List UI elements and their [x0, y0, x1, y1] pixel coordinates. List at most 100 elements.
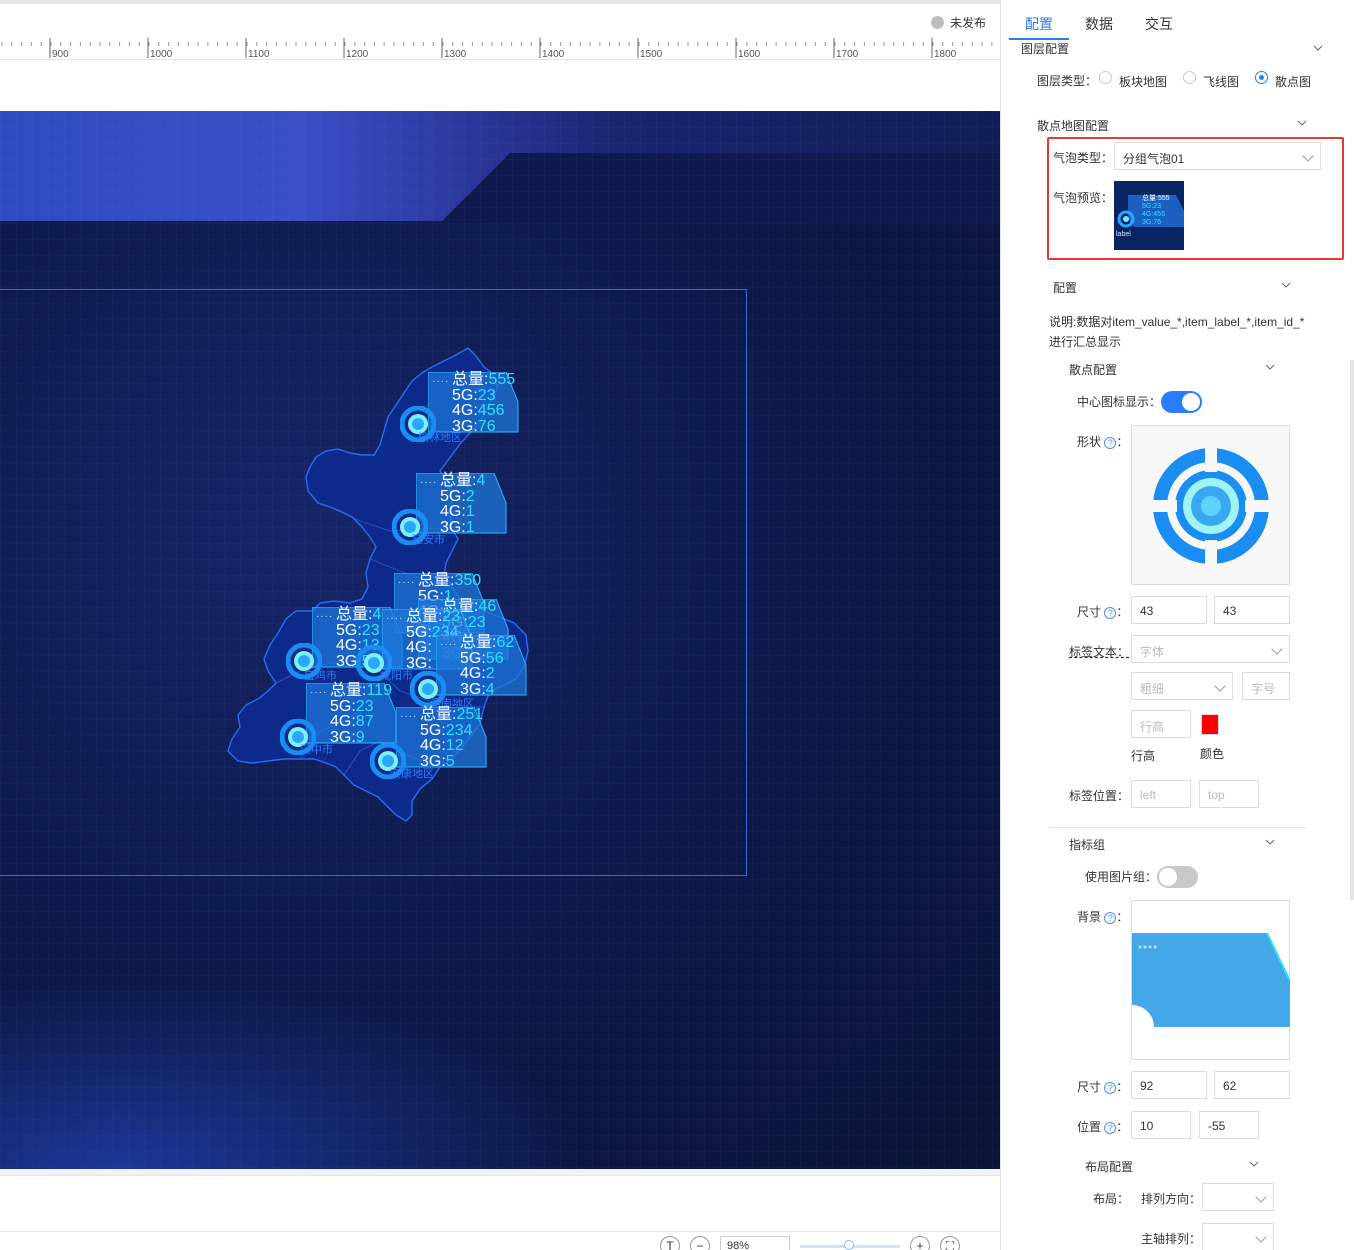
fit-button[interactable]: T [660, 1236, 680, 1250]
radio-flyline[interactable] [1183, 71, 1196, 84]
map-bubble[interactable]: ···· 总量:555 5G:23 4G:456 3G:76 [428, 372, 520, 434]
map-bubble[interactable]: ···· 总量:251 5G:234 4G:12 3G:5 [396, 707, 488, 769]
label-left-input[interactable]: left [1131, 780, 1191, 808]
config-section-title[interactable]: 配置 [1053, 279, 1077, 296]
top-status-bar: 未发布 [0, 0, 1000, 34]
layer-type-block-map[interactable]: 板块地图 [1119, 73, 1167, 90]
zoom-in-button[interactable]: + [910, 1236, 930, 1250]
size-label-text: 尺寸 [1077, 605, 1102, 619]
zoom-slider[interactable] [800, 1239, 900, 1250]
help-icon[interactable]: ? [1104, 606, 1117, 619]
chevron-down-icon[interactable] [1265, 362, 1275, 372]
size-width-input[interactable]: 43 [1131, 596, 1207, 624]
font-select[interactable]: 字体 [1131, 635, 1290, 663]
image-group-toggle[interactable] [1157, 866, 1198, 888]
bubble-row-value: 23 [477, 386, 496, 404]
bubble-row: 5G:23 [330, 697, 392, 715]
indicator-section-title[interactable]: 指标组 [1069, 836, 1105, 853]
bg-height-input[interactable]: 62 [1214, 1071, 1290, 1099]
label-top-input[interactable]: top [1199, 780, 1259, 808]
bubble-row-label: 5G: [440, 487, 466, 505]
horizontal-ruler: 900 1000 1100 1200 1300 1400 1500 1600 1700 1800 [0, 34, 1000, 60]
fullscreen-icon[interactable]: ⛶ [940, 1236, 960, 1250]
bubble-type-select[interactable]: 分组气泡01 [1114, 142, 1321, 170]
canvas-area: 未发布 900 1000 1100 1200 1300 1400 1500 1600 1700 1… [0, 0, 1000, 1250]
help-icon[interactable]: ? [1104, 911, 1117, 924]
bubble-row-label: 总量: [406, 608, 443, 625]
bubble-row: 5G:56 [460, 650, 514, 666]
bubble-row: 5G:23 [452, 386, 515, 404]
bubble-dots-icon: ···· [398, 577, 416, 588]
background-image-picker[interactable] [1131, 900, 1291, 1060]
help-icon[interactable]: ? [1104, 436, 1117, 449]
chevron-down-icon [1255, 1231, 1267, 1243]
bubble-values: 总量:119 5G:23 4G:87 3G:9 [330, 683, 392, 746]
bubble-row: 总量:555 [452, 372, 515, 388]
position-y-input[interactable]: -55 [1199, 1111, 1259, 1139]
chevron-down-icon[interactable] [1297, 118, 1307, 128]
fontsize-input[interactable]: 字号 [1242, 672, 1290, 700]
bubble-row-value: 87 [355, 713, 374, 730]
radio-block-map[interactable] [1099, 71, 1112, 84]
bubble-row-label: 5G: [406, 623, 432, 641]
chevron-down-icon [1271, 643, 1283, 655]
map-bubble[interactable]: ···· 总量:4 5G:2 4G:1 3G:1 [416, 473, 508, 535]
bubble-row-label: 4G: [460, 665, 486, 682]
chevron-down-icon[interactable] [1265, 837, 1275, 847]
direction-select[interactable] [1202, 1183, 1274, 1211]
layer-type-scatter[interactable]: 散点图 [1275, 73, 1311, 90]
ruler-label: 1000 [150, 49, 173, 60]
bubble-row-label: 4G: [420, 737, 446, 754]
tab-data[interactable]: 数据 [1069, 0, 1129, 40]
radio-scatter[interactable] [1255, 71, 1268, 84]
scatter-section-title[interactable]: 散点地图配置 [1037, 117, 1109, 134]
bubble-row: 总量:4 [440, 473, 485, 489]
bubble-row: 总量:119 [330, 683, 392, 699]
help-icon[interactable]: ? [1104, 1121, 1117, 1134]
panel-scrollbar[interactable] [1350, 360, 1354, 900]
shape-image-picker[interactable] [1131, 425, 1290, 585]
chevron-down-icon[interactable] [1249, 1159, 1259, 1169]
chevron-down-icon[interactable] [1281, 280, 1291, 290]
position-label-text: 位置 [1077, 1120, 1102, 1134]
zoom-input[interactable]: 98% [720, 1236, 790, 1250]
preview-row: 5G:23 [1142, 203, 1162, 210]
target-shape-icon [1147, 442, 1275, 570]
bubble-row: 5G:23 [336, 622, 381, 638]
bg-width-input[interactable]: 92 [1131, 1071, 1207, 1099]
preview-row: 总量:555 [1142, 195, 1170, 202]
center-icon-toggle[interactable] [1161, 391, 1202, 413]
layer-type-flyline[interactable]: 飞线图 [1203, 73, 1239, 90]
bubble-row-value: 23 [355, 697, 374, 715]
bubble-row-value: 251 [456, 706, 484, 723]
weight-select[interactable]: 粗细 [1131, 672, 1233, 700]
scatter-config-title[interactable]: 散点配置 [1069, 361, 1117, 378]
zoom-slider-knob[interactable] [844, 1239, 854, 1250]
position-x-input[interactable]: 10 [1131, 1111, 1191, 1139]
bubble-row: 5G:234 [420, 721, 483, 739]
status-dot-icon [930, 16, 944, 29]
label-color-swatch[interactable] [1201, 714, 1219, 735]
chevron-down-icon[interactable] [1313, 43, 1323, 53]
zoom-out-button[interactable]: − [690, 1236, 710, 1250]
size-height-input[interactable]: 43 [1214, 596, 1290, 624]
tab-interaction[interactable]: 交互 [1129, 0, 1189, 40]
ruler-label: 1800 [934, 49, 957, 60]
bubble-preview-image: 总量:555 5G:23 4G:456 3G:76 label [1114, 181, 1184, 250]
layout-section-title[interactable]: 布局配置 [1085, 1158, 1133, 1175]
map-bubble[interactable]: ···· 总量:62 5G:56 4G:2 3G:4 [436, 635, 528, 697]
map-bubble[interactable]: ···· 总量:119 5G:23 4G:87 3G:9 [306, 683, 398, 745]
bubble-values: 总量:251 5G:234 4G:12 3G:5 [420, 706, 484, 770]
main-axis-select[interactable] [1202, 1223, 1274, 1250]
use-image-group-label: 使用图片组： [1085, 870, 1158, 884]
lineheight-input[interactable]: 行高 [1131, 710, 1191, 738]
publish-status-label: 未发布 [949, 16, 986, 30]
layer-section-title[interactable]: 图层配置 [1021, 40, 1069, 57]
chevron-down-icon [1302, 150, 1314, 162]
preview-text: 总量:555 5G:23 4G:456 3G:76 [1142, 195, 1170, 227]
bubble-row-label: 5G: [420, 721, 446, 739]
preview-row: 3G:76 [1142, 219, 1162, 226]
help-icon[interactable]: ? [1104, 1081, 1117, 1094]
dashboard-stage[interactable]: ···· 总量:555 5G:23 4G:456 3G:76 榆林地区 ···· 总量:4 5G… [0, 111, 1000, 1169]
tab-config[interactable]: 配置 [1009, 0, 1069, 40]
